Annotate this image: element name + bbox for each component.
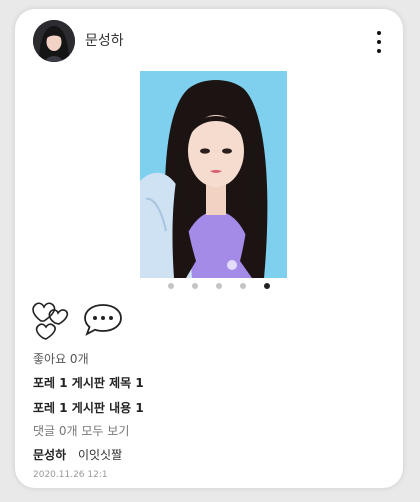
carousel-dot-active[interactable] (264, 283, 270, 289)
like-button[interactable] (29, 299, 73, 341)
post-image[interactable] (140, 71, 287, 278)
post-timestamp: 2020.11.26 12:1 (33, 470, 108, 480)
carousel-dot[interactable] (240, 283, 246, 289)
comment-button[interactable] (81, 301, 125, 337)
comment-text: 이잇싯짤 (77, 448, 123, 462)
post-username[interactable]: 문성하 (85, 30, 124, 50)
carousel-indicator (15, 283, 403, 289)
post-actions (29, 299, 149, 345)
carousel-dot[interactable] (192, 283, 198, 289)
view-all-comments-link[interactable]: 댓글 0개 모두 보기 (33, 422, 129, 439)
post-photo (140, 71, 287, 278)
post-title: 포레 1 게시판 제목 1 (33, 376, 144, 390)
post-content: 포레 1 게시판 내용 1 (33, 401, 144, 415)
heart-outline-icon (32, 302, 69, 340)
likes-count[interactable]: 좋아요 0개 (33, 350, 89, 367)
more-vertical-icon-dot (377, 49, 381, 53)
more-options-button[interactable] (371, 29, 387, 55)
carousel-dot[interactable] (216, 283, 222, 289)
comment-row: 문성하 이잇싯짤 (33, 446, 122, 463)
avatar[interactable] (33, 20, 75, 62)
chat-bubble-icon (84, 304, 122, 336)
post-card: 문성하 좋아요 0개 포레 1 게시판 제목 1 포레 1 게시판 내용 1 댓… (15, 9, 403, 488)
avatar-photo (33, 20, 75, 62)
more-vertical-icon-dot (377, 40, 381, 44)
comment-username[interactable]: 문성하 (33, 448, 66, 462)
more-vertical-icon (377, 31, 381, 35)
carousel-dot[interactable] (168, 283, 174, 289)
